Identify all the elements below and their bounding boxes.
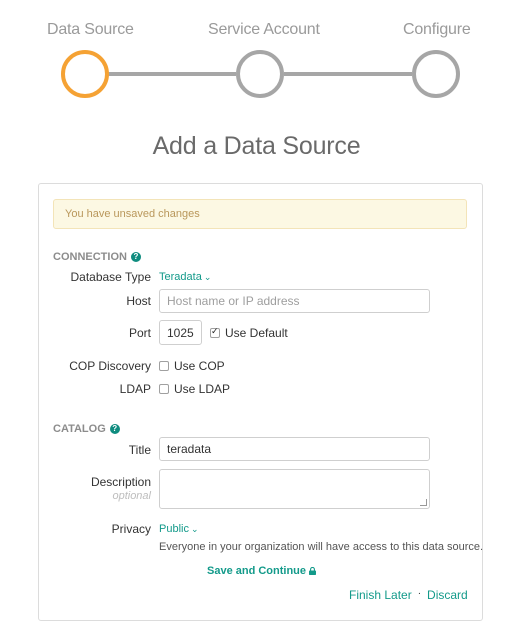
- use-ldap-label: Use LDAP: [174, 382, 231, 396]
- catalog-section-header: CATALOG ?: [53, 423, 120, 435]
- privacy-label: Privacy: [111, 522, 151, 536]
- connection-section-header: CONNECTION ?: [53, 251, 141, 263]
- use-default-label: Use Default: [225, 326, 288, 340]
- question-circle-icon[interactable]: ?: [109, 424, 120, 434]
- finish-later-link[interactable]: Finish Later: [349, 588, 412, 602]
- host-label: Host: [126, 294, 151, 308]
- description-optional-hint: optional: [112, 490, 151, 502]
- chevron-down-icon: ⌄: [190, 524, 199, 534]
- save-and-continue-button[interactable]: Save and Continue: [207, 565, 317, 577]
- step-label-service-account: Service Account: [208, 21, 320, 38]
- catalog-section-label: CATALOG: [53, 423, 106, 435]
- privacy-value: Public: [159, 523, 189, 535]
- database-type-label: Database Type: [70, 270, 151, 284]
- database-type-value: Teradata: [159, 271, 202, 283]
- checkbox-checked[interactable]: [210, 326, 220, 338]
- footer-links: Finish Later · Discard: [349, 588, 468, 602]
- port-input[interactable]: [159, 320, 202, 345]
- discard-link[interactable]: Discard: [427, 588, 468, 602]
- separator: ·: [417, 588, 422, 599]
- page-title: Add a Data Source: [152, 132, 361, 160]
- use-ldap-checkbox[interactable]: Use LDAP: [159, 382, 230, 396]
- step-connector: [108, 72, 236, 76]
- step-label-data-source: Data Source: [47, 21, 134, 38]
- step-circle-service-account[interactable]: [236, 50, 284, 98]
- use-default-checkbox[interactable]: Use Default: [210, 326, 288, 340]
- privacy-dropdown[interactable]: Public ⌄: [159, 523, 199, 535]
- ldap-label: LDAP: [119, 382, 151, 396]
- step-connector: [284, 72, 412, 76]
- checkbox-unchecked[interactable]: [159, 361, 169, 371]
- connection-section-label: CONNECTION: [53, 251, 127, 263]
- lock-icon: [309, 567, 317, 575]
- form-panel: [38, 183, 483, 621]
- title-input[interactable]: [159, 437, 430, 461]
- use-cop-checkbox[interactable]: Use COP: [159, 359, 225, 373]
- resize-grip-icon[interactable]: [420, 499, 427, 506]
- privacy-note: Everyone in your organization will have …: [159, 541, 484, 553]
- title-label: Title: [128, 443, 151, 457]
- host-input[interactable]: [159, 289, 430, 313]
- unsaved-changes-alert: You have unsaved changes: [53, 199, 467, 229]
- save-button-label: Save and Continue: [207, 565, 307, 577]
- port-label: Port: [128, 326, 151, 340]
- description-textarea[interactable]: [159, 469, 430, 509]
- step-circle-data-source[interactable]: [61, 50, 109, 98]
- database-type-dropdown[interactable]: Teradata ⌄: [159, 271, 211, 283]
- step-circle-configure[interactable]: [412, 50, 460, 98]
- use-cop-label: Use COP: [174, 359, 225, 373]
- chevron-down-icon: ⌄: [203, 272, 212, 282]
- description-label: Description: [90, 475, 151, 489]
- question-circle-icon[interactable]: ?: [130, 252, 141, 262]
- checkbox-unchecked[interactable]: [159, 384, 169, 394]
- cop-discovery-label: COP Discovery: [69, 359, 151, 373]
- step-label-configure: Configure: [403, 21, 471, 38]
